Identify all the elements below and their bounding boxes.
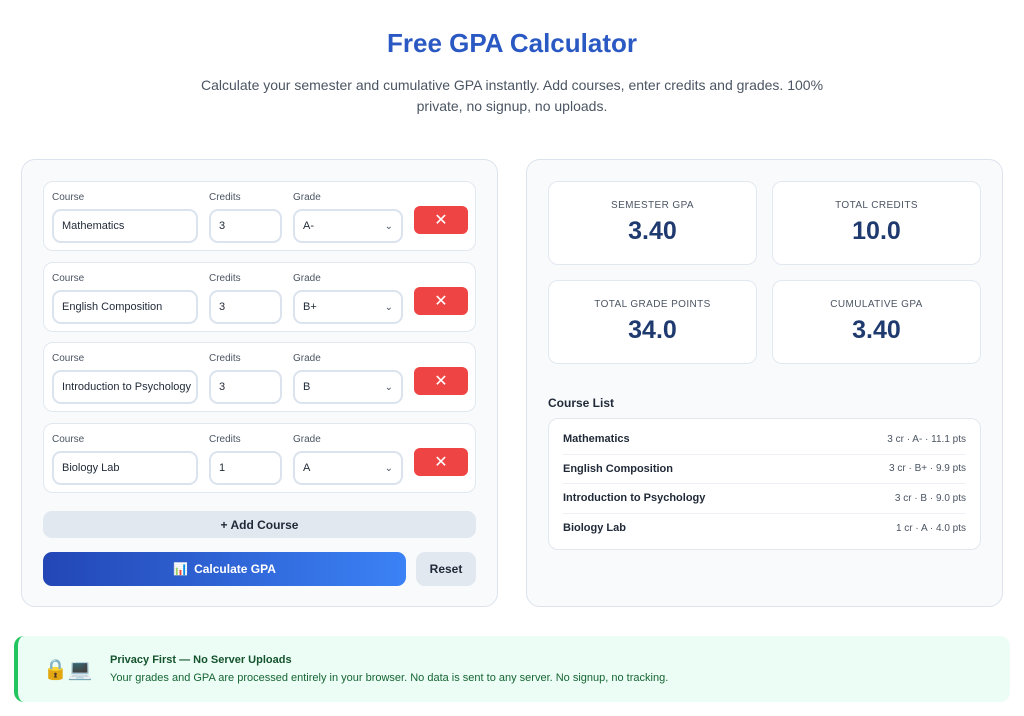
remove-course-button[interactable]: ✕ <box>414 287 468 315</box>
course-name-input[interactable]: Introduction to Psychology <box>52 370 198 404</box>
course-label: Course <box>52 353 85 364</box>
course-name-input[interactable]: Biology Lab <box>52 451 198 485</box>
calculate-gpa-label: Calculate GPA <box>194 562 276 576</box>
credits-label: Credits <box>209 353 241 364</box>
list-item: Mathematics 3 cr · A- · 11.1 pts <box>563 425 966 455</box>
list-item: Introduction to Psychology 3 cr · B · 9.… <box>563 484 966 514</box>
course-name-input[interactable]: Mathematics <box>52 209 198 243</box>
semester-gpa-label: SEMESTER GPA <box>611 200 694 211</box>
credits-label: Credits <box>209 192 241 203</box>
privacy-notice: 🔒💻 Privacy First — No Server Uploads You… <box>14 636 1010 702</box>
results-panel: SEMESTER GPA 3.40 TOTAL CREDITS 10.0 TOT… <box>526 159 1003 607</box>
page-subtitle: Calculate your semester and cumulative G… <box>200 77 824 114</box>
grade-value: B <box>303 381 311 393</box>
credits-input[interactable]: 3 <box>209 290 282 324</box>
course-row: Course Credits Grade Introduction to Psy… <box>43 342 476 412</box>
course-row: Course Credits Grade Biology Lab 1 A ⌄ ✕ <box>43 423 476 493</box>
course-row: Course Credits Grade English Composition… <box>43 262 476 332</box>
grade-select[interactable]: B+ ⌄ <box>293 290 403 324</box>
list-item-name: Biology Lab <box>563 522 626 535</box>
list-item: Biology Lab 1 cr · A · 4.0 pts <box>563 514 966 544</box>
cumulative-gpa-card: CUMULATIVE GPA 3.40 <box>772 280 981 364</box>
grade-value: A- <box>303 220 314 232</box>
grade-select[interactable]: A- ⌄ <box>293 209 403 243</box>
course-label: Course <box>52 192 85 203</box>
course-list: Mathematics 3 cr · A- · 11.1 pts English… <box>548 418 981 550</box>
grade-value: A <box>303 462 311 474</box>
total-credits-label: TOTAL CREDITS <box>835 200 918 211</box>
credits-input[interactable]: 3 <box>209 209 282 243</box>
chevron-down-icon: ⌄ <box>384 301 393 313</box>
total-grade-points-card: TOTAL GRADE POINTS 34.0 <box>548 280 757 364</box>
total-grade-points-label: TOTAL GRADE POINTS <box>594 299 711 310</box>
course-list-title: Course List <box>548 396 615 410</box>
list-item-detail: 3 cr · B+ · 9.9 pts <box>889 463 966 475</box>
grade-value: B+ <box>303 301 317 313</box>
remove-course-button[interactable]: ✕ <box>414 448 468 476</box>
cumulative-gpa-value: 3.40 <box>852 316 901 344</box>
chevron-down-icon: ⌄ <box>384 220 393 232</box>
course-entry-panel: Course Credits Grade Mathematics 3 A- ⌄ ✕… <box>21 159 498 607</box>
grade-label: Grade <box>293 434 321 445</box>
page-title: Free GPA Calculator <box>387 28 637 58</box>
credits-input[interactable]: 1 <box>209 451 282 485</box>
list-item-detail: 1 cr · A · 4.0 pts <box>895 522 966 534</box>
credits-label: Credits <box>209 434 241 445</box>
course-row: Course Credits Grade Mathematics 3 A- ⌄ ✕ <box>43 181 476 251</box>
list-item-detail: 3 cr · A- · 11.1 pts <box>887 433 966 445</box>
grade-label: Grade <box>293 273 321 284</box>
total-credits-value: 10.0 <box>852 217 901 245</box>
grade-label: Grade <box>293 192 321 203</box>
privacy-title: Privacy First — No Server Uploads <box>110 654 292 666</box>
list-item: English Composition 3 cr · B+ · 9.9 pts <box>563 455 966 484</box>
grade-select[interactable]: A ⌄ <box>293 451 403 485</box>
privacy-text: Your grades and GPA are processed entire… <box>110 672 669 684</box>
cumulative-gpa-label: CUMULATIVE GPA <box>830 299 923 310</box>
total-grade-points-value: 34.0 <box>628 316 677 344</box>
list-item-name: Introduction to Psychology <box>563 492 706 505</box>
remove-course-button[interactable]: ✕ <box>414 367 468 395</box>
list-item-name: Mathematics <box>563 433 630 446</box>
grade-select[interactable]: B ⌄ <box>293 370 403 404</box>
list-item-detail: 3 cr · B · 9.0 pts <box>894 492 966 504</box>
grade-label: Grade <box>293 353 321 364</box>
reset-button[interactable]: Reset <box>416 552 476 586</box>
semester-gpa-value: 3.40 <box>628 217 677 245</box>
lock-laptop-icon: 🔒💻 <box>43 659 93 681</box>
calculate-gpa-button[interactable]: 📊 Calculate GPA <box>43 552 406 586</box>
credits-label: Credits <box>209 273 241 284</box>
course-label: Course <box>52 273 85 284</box>
add-course-button[interactable]: + Add Course <box>43 511 476 538</box>
total-credits-card: TOTAL CREDITS 10.0 <box>772 181 981 265</box>
course-label: Course <box>52 434 85 445</box>
bar-chart-icon: 📊 <box>173 562 189 576</box>
credits-input[interactable]: 3 <box>209 370 282 404</box>
remove-course-button[interactable]: ✕ <box>414 206 468 234</box>
course-name-input[interactable]: English Composition <box>52 290 198 324</box>
chevron-down-icon: ⌄ <box>384 381 393 393</box>
chevron-down-icon: ⌄ <box>384 462 393 474</box>
semester-gpa-card: SEMESTER GPA 3.40 <box>548 181 757 265</box>
list-item-name: English Composition <box>563 462 673 475</box>
